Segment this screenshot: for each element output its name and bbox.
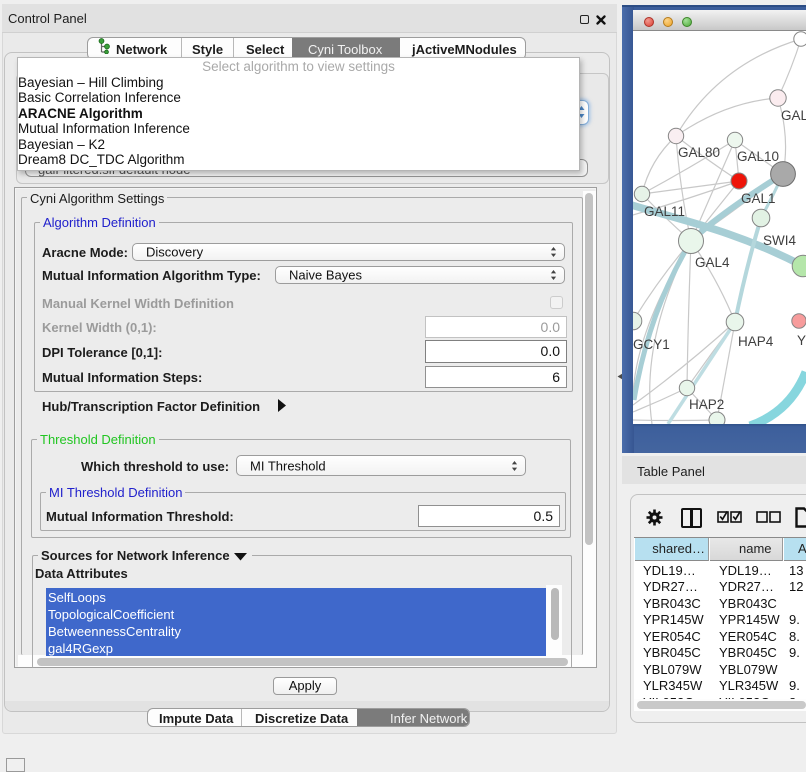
svg-text:GAL80: GAL80 bbox=[678, 145, 720, 160]
svg-text:GAL4: GAL4 bbox=[695, 255, 730, 270]
svg-text:GAL: GAL bbox=[781, 108, 806, 123]
svg-text:SWI4: SWI4 bbox=[763, 233, 796, 248]
svg-text:GCY1: GCY1 bbox=[633, 337, 670, 352]
svg-text:GAL10: GAL10 bbox=[737, 149, 779, 164]
svg-text:HAP4: HAP4 bbox=[738, 334, 774, 349]
svg-text:Y: Y bbox=[797, 333, 806, 348]
svg-text:GAL11: GAL11 bbox=[644, 204, 685, 219]
svg-text:HAP2: HAP2 bbox=[689, 397, 724, 412]
svg-text:GAL1: GAL1 bbox=[741, 191, 776, 206]
